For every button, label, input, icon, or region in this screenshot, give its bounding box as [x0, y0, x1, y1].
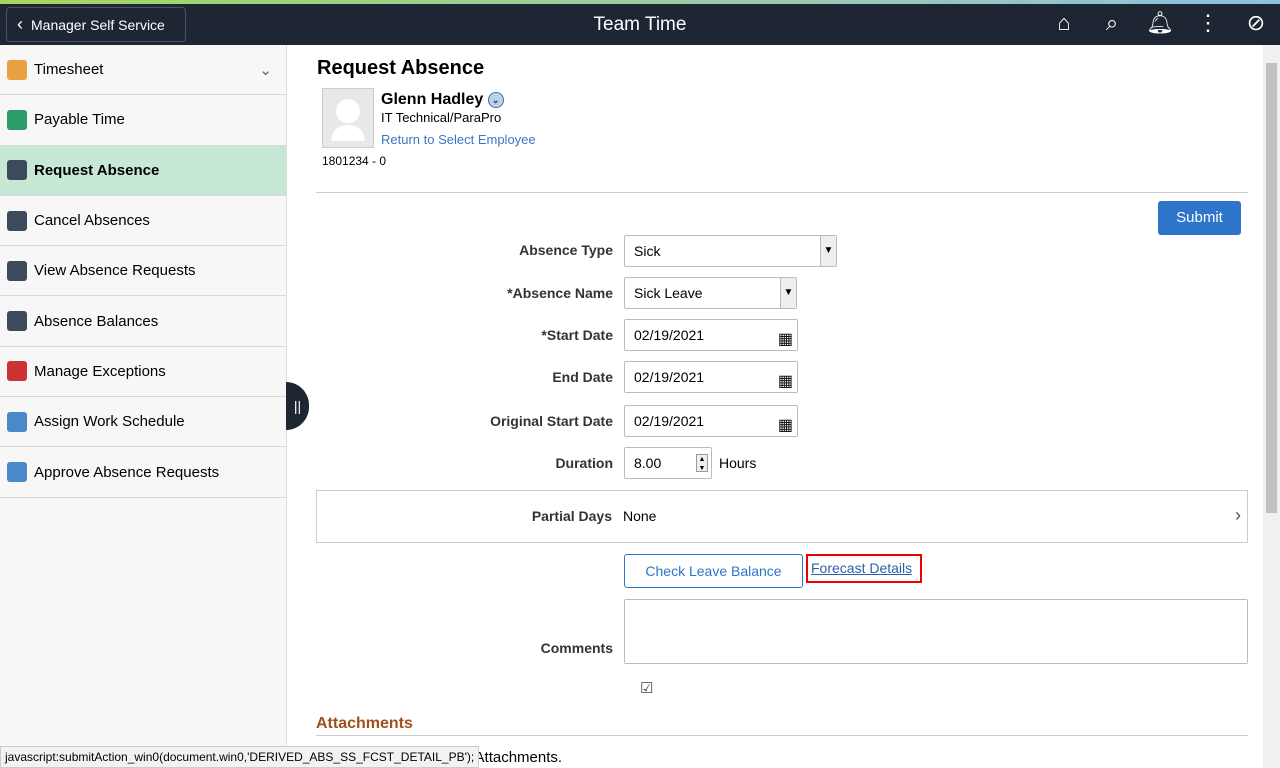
end-date-input[interactable]: 02/19/2021 ▦ [624, 361, 798, 393]
sidebar-item-label: Timesheet [34, 61, 104, 79]
absence-name-label: *Absence Name [507, 285, 613, 301]
sidebar-item-assign-work-schedule[interactable]: Assign Work Schedule [0, 397, 286, 448]
sidebar-item-label: Absence Balances [34, 312, 159, 330]
sidebar-item-approve-absence-requests[interactable]: Approve Absence Requests [0, 447, 286, 498]
calendar-icon[interactable]: ▦ [778, 367, 793, 397]
sidebar-item-request-absence[interactable]: Request Absence [0, 145, 286, 196]
duration-input[interactable]: 8.00 ▲ ▼ [624, 447, 712, 479]
absence-name-value: Sick Leave [634, 285, 703, 301]
calendar-briefcase-icon [7, 260, 27, 281]
start-date-input[interactable]: 02/19/2021 ▦ [624, 319, 798, 351]
scrollbar-thumb[interactable] [1266, 63, 1277, 513]
home-icon[interactable]: ⌂ [1040, 10, 1088, 36]
sidebar: Timesheet ⌄ Payable Time Request Absence Can… [0, 45, 287, 768]
payable-time-icon [7, 109, 27, 130]
start-date-label: *Start Date [541, 327, 613, 343]
chevron-right-icon: › [1235, 505, 1241, 525]
original-start-date-input[interactable]: 02/19/2021 ▦ [624, 405, 798, 437]
scrollbar[interactable] [1263, 45, 1280, 768]
collapse-handle[interactable]: || [286, 382, 309, 430]
chevron-down-icon: ▼ [780, 278, 796, 308]
partial-days-value: None [623, 508, 657, 524]
page-title: Request Absence [317, 57, 485, 79]
duration-label: Duration [555, 455, 613, 471]
employee-id: 1801234 - 0 [322, 154, 387, 168]
absence-type-value: Sick [634, 243, 661, 259]
chevron-down-icon[interactable]: ⌄ [259, 61, 272, 79]
employee-job: IT Technical/ParaPro [381, 110, 502, 125]
search-icon[interactable]: ⌕ [1088, 10, 1136, 36]
duration-value: 8.00 [634, 455, 662, 471]
absence-name-select[interactable]: Sick Leave ▼ [624, 277, 797, 309]
absence-type-label: Absence Type [519, 242, 613, 258]
sidebar-item-label: View Absence Requests [34, 262, 196, 280]
divider [316, 735, 1248, 736]
sidebar-item-label: Request Absence [34, 161, 160, 179]
cancel-briefcase-icon [7, 210, 27, 231]
compass-icon[interactable]: ⊘ [1232, 10, 1280, 36]
partial-days-row[interactable]: Partial Days None › [316, 490, 1248, 543]
status-bar: javascript:submitAction_win0(document.wi… [0, 746, 480, 768]
return-to-select-employee-link[interactable]: Return to Select Employee [381, 132, 536, 147]
employee-photo [322, 88, 374, 148]
sidebar-item-view-absence-requests[interactable]: View Absence Requests [0, 246, 286, 297]
start-date-value: 02/19/2021 [634, 327, 705, 343]
sidebar-item-cancel-absences[interactable]: Cancel Absences [0, 196, 286, 247]
duration-unit: Hours [719, 455, 757, 471]
sidebar-item-label: Approve Absence Requests [34, 463, 220, 481]
original-start-date-value: 02/19/2021 [634, 413, 705, 429]
attachments-title: Attachments [316, 715, 413, 732]
chevron-down-icon: ▼ [820, 236, 836, 266]
sidebar-item-timesheet[interactable]: Timesheet ⌄ [0, 45, 286, 96]
balance-briefcase-icon [7, 311, 27, 332]
chevron-down-icon[interactable]: ⌄ [487, 91, 504, 108]
divider [316, 192, 1248, 193]
comments-label: Comments [540, 640, 613, 656]
exception-clock-icon [7, 361, 27, 382]
comments-textarea[interactable] [624, 599, 1248, 664]
more-icon[interactable]: ⋮ [1184, 10, 1232, 36]
original-start-date-label: Original Start Date [490, 413, 613, 429]
sidebar-item-label: Assign Work Schedule [34, 413, 185, 431]
check-leave-balance-button[interactable]: Check Leave Balance [624, 554, 803, 588]
spell-check-icon[interactable]: ☑ [640, 679, 653, 697]
absence-type-select[interactable]: Sick ▼ [624, 235, 837, 267]
sidebar-item-label: Manage Exceptions [34, 362, 166, 380]
timesheet-icon [7, 59, 27, 80]
briefcase-icon [7, 160, 27, 181]
calendar-icon[interactable]: ▦ [778, 411, 793, 441]
stepper-icon[interactable]: ▲ ▼ [696, 454, 708, 472]
partial-days-label: Partial Days [531, 508, 612, 524]
forecast-details-link[interactable]: Forecast Details [806, 554, 922, 583]
sidebar-item-label: Payable Time [34, 111, 125, 129]
sidebar-item-absence-balances[interactable]: Absence Balances [0, 296, 286, 347]
employee-name: Glenn Hadley [381, 91, 484, 108]
bell-icon[interactable]: 🔔︎ [1136, 10, 1184, 36]
header: ‹ Manager Self Service Team Time ⌂ ⌕ 🔔︎ ⋮… [0, 4, 1280, 45]
sidebar-item-manage-exceptions[interactable]: Manage Exceptions [0, 347, 286, 398]
end-date-value: 02/19/2021 [634, 369, 705, 385]
end-date-label: End Date [552, 369, 613, 385]
approve-icon [7, 462, 27, 483]
schedule-icon [7, 411, 27, 432]
submit-button[interactable]: Submit [1158, 201, 1241, 235]
sidebar-item-payable-time[interactable]: Payable Time [0, 95, 286, 146]
calendar-icon[interactable]: ▦ [778, 325, 793, 355]
sidebar-item-label: Cancel Absences [34, 212, 150, 230]
